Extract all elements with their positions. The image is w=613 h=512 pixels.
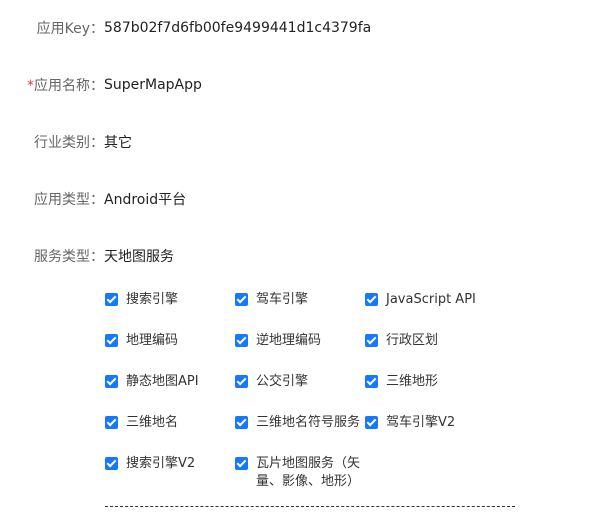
service-checkbox[interactable]: 三维地名 [105, 414, 178, 432]
service-checkbox[interactable]: 三维地形 [365, 373, 438, 391]
service-checkbox[interactable]: JavaScript API [365, 291, 476, 309]
checkbox-checked-icon[interactable] [235, 457, 248, 470]
service-checkbox-label: 静态地图API [126, 374, 199, 389]
service-checkbox[interactable]: 三维地名符号服务 [235, 414, 360, 432]
app-name-label-wrap: *应用名称： [0, 75, 104, 95]
industry-row: 行业类别： 其它 [0, 130, 613, 154]
service-checkbox[interactable]: 瓦片地图服务（矢量、影像、地形） [235, 455, 360, 491]
service-checkbox-label: 公交引擎 [256, 374, 309, 389]
checkbox-checked-icon[interactable] [235, 416, 248, 429]
service-type-value: 天地图服务 [104, 249, 174, 265]
service-checkbox-label: 驾车引擎 [256, 292, 309, 307]
service-checkbox[interactable]: 静态地图API [105, 373, 199, 391]
service-checkbox-label: 逆地理编码 [256, 333, 322, 348]
service-checkbox-label: 三维地形 [386, 374, 439, 389]
checkbox-checked-icon[interactable] [235, 334, 248, 347]
service-type-label: 服务类型： [34, 249, 104, 265]
service-checkbox[interactable]: 驾车引擎 [235, 291, 308, 309]
app-name-label: 应用名称： [34, 78, 104, 94]
checkbox-checked-icon[interactable] [235, 293, 248, 306]
service-checkbox-label: JavaScript API [386, 292, 476, 307]
service-checkbox-label: 三维地名符号服务 [256, 415, 361, 430]
service-checkbox-label: 瓦片地图服务（矢量、影像、地形） [256, 456, 361, 489]
service-checkbox[interactable]: 行政区划 [365, 332, 438, 350]
service-checkbox[interactable]: 地理编码 [105, 332, 178, 350]
checkbox-checked-icon[interactable] [105, 334, 118, 347]
checkbox-checked-icon[interactable] [105, 375, 118, 388]
required-mark: * [27, 78, 34, 94]
checkbox-checked-icon[interactable] [365, 334, 378, 347]
industry-label: 行业类别： [34, 135, 104, 151]
service-checkbox-label: 搜索引擎 [126, 292, 179, 307]
service-checkbox-label: 搜索引擎V2 [126, 456, 196, 471]
app-type-label: 应用类型： [34, 192, 104, 208]
app-type-row: 应用类型： Android平台 [0, 187, 613, 211]
checkbox-checked-icon[interactable] [235, 375, 248, 388]
checkbox-checked-icon[interactable] [365, 293, 378, 306]
service-checkbox-label: 地理编码 [126, 333, 179, 348]
service-checkbox[interactable]: 公交引擎 [235, 373, 308, 391]
service-checkbox[interactable]: 逆地理编码 [235, 332, 321, 350]
app-key-row: 应用Key： 587b02f7d6fb00fe9499441d1c4379fa [0, 16, 613, 40]
industry-value: 其它 [104, 135, 132, 151]
service-checkbox-label: 三维地名 [126, 415, 179, 430]
service-checkbox[interactable]: 搜索引擎V2 [105, 455, 195, 473]
checkbox-checked-icon[interactable] [365, 416, 378, 429]
service-checkbox[interactable]: 搜索引擎 [105, 291, 178, 309]
service-type-row: 服务类型： 天地图服务 [0, 244, 613, 268]
service-checkbox-label: 行政区划 [386, 333, 439, 348]
checkbox-checked-icon[interactable] [105, 457, 118, 470]
app-key-label: 应用Key： [36, 21, 104, 37]
app-name-row: *应用名称： SuperMapApp [0, 73, 613, 97]
app-name-value: SuperMapApp [104, 77, 202, 93]
checkbox-checked-icon[interactable] [105, 416, 118, 429]
app-type-value: Android平台 [104, 192, 187, 208]
service-checkbox[interactable]: 驾车引擎V2 [365, 414, 455, 432]
dashed-divider [105, 506, 515, 507]
checkbox-checked-icon[interactable] [365, 375, 378, 388]
service-checkbox-label: 驾车引擎V2 [386, 415, 456, 430]
app-key-value: 587b02f7d6fb00fe9499441d1c4379fa [104, 20, 372, 36]
checkbox-checked-icon[interactable] [105, 293, 118, 306]
